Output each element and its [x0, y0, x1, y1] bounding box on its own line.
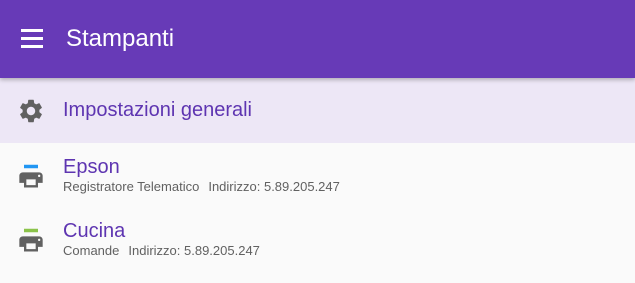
app-bar: Stampanti [0, 0, 635, 78]
printer-details: Comande Indirizzo: 5.89.205.247 [63, 243, 260, 259]
printer-address: Indirizzo: 5.89.205.247 [208, 179, 340, 194]
printer-name: Epson [63, 156, 120, 178]
printer-type: Registratore Telematico [63, 179, 200, 194]
printer-type: Comande [63, 243, 120, 258]
general-settings-item[interactable]: Impostazioni generali [0, 78, 635, 143]
menu-button[interactable] [19, 26, 47, 52]
printer-address: Indirizzo: 5.89.205.247 [128, 243, 260, 258]
printer-name: Cucina [63, 220, 126, 242]
menu-icon [21, 29, 43, 48]
general-settings-label: Impostazioni generali [63, 99, 252, 121]
printer-details: Registratore Telematico Indirizzo: 5.89.2… [63, 179, 340, 195]
printer-icon [19, 228, 43, 252]
printer-item-epson[interactable]: Epson Registratore Telematico Indirizzo: … [0, 143, 635, 207]
printer-item-cucina[interactable]: Cucina Comande Indirizzo: 5.89.205.247 [0, 207, 635, 271]
printer-icon [19, 164, 43, 188]
gear-icon [20, 99, 42, 123]
page-title: Stampanti [66, 25, 175, 52]
